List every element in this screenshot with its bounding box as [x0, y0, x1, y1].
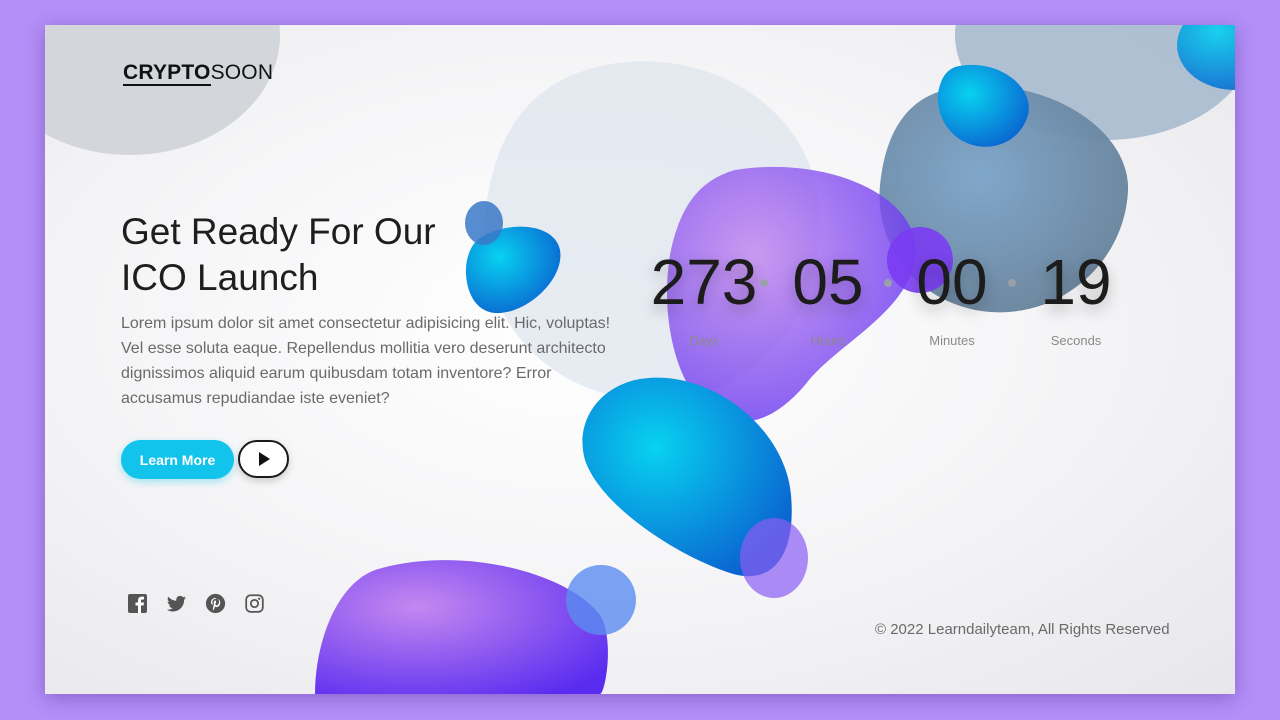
- countdown-seconds: 19 Seconds: [1012, 245, 1140, 348]
- days-label: Days: [689, 333, 719, 348]
- logo-bold: CRYPTO: [123, 61, 211, 86]
- blue-circle-bottom: [566, 565, 636, 635]
- grey-blob-top-left: [45, 25, 280, 155]
- seconds-value: 19: [1040, 246, 1112, 318]
- minutes-value: 00: [916, 246, 988, 318]
- countdown-hours: 05 Hours: [764, 245, 892, 348]
- purple-blob-bottom: [315, 560, 608, 694]
- pinterest-icon[interactable]: [205, 593, 226, 614]
- countdown-days: 273 Days: [640, 245, 768, 348]
- minutes-label: Minutes: [929, 333, 975, 348]
- facebook-icon[interactable]: [127, 593, 148, 614]
- headline-line-1: Get Ready For Our: [121, 211, 436, 252]
- logo[interactable]: CRYPTOSOON: [123, 61, 274, 86]
- seconds-label: Seconds: [1050, 333, 1102, 348]
- hero-description: Lorem ipsum dolor sit amet consectetur a…: [121, 315, 611, 407]
- purple-blob-bottom-small: [740, 518, 808, 598]
- landing-card: CRYPTOSOON Get Ready For Our ICO Launch …: [45, 25, 1235, 694]
- headline-line-2: ICO Launch: [121, 257, 319, 298]
- play-icon: [258, 452, 270, 466]
- social-links: [127, 593, 265, 614]
- hero-headline: Get Ready For Our ICO Launch: [121, 209, 541, 301]
- hours-label: Hours: [810, 333, 846, 348]
- copyright-text: © 2022 Learndailyteam, All Rights Reserv…: [875, 621, 1170, 638]
- instagram-icon[interactable]: [244, 593, 265, 614]
- countdown-minutes: 00 Minutes: [888, 245, 1016, 348]
- learn-more-button[interactable]: Learn More: [121, 440, 234, 479]
- countdown-timer: 273 Days 05 Hours 00 Minutes 19 Seconds: [640, 245, 1130, 355]
- logo-regular: SOON: [210, 61, 274, 84]
- days-value: 273: [650, 246, 758, 318]
- hours-value: 05: [792, 246, 864, 318]
- twitter-icon[interactable]: [166, 593, 187, 614]
- play-video-button[interactable]: [238, 440, 289, 478]
